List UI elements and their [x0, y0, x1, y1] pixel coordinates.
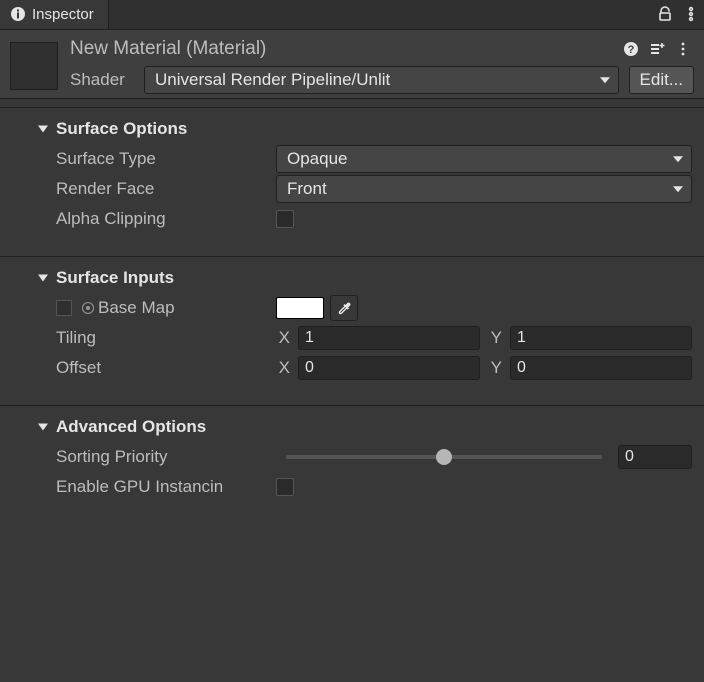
input-tiling-x[interactable]: 1 [298, 326, 480, 350]
texture-picker-icon[interactable] [82, 302, 94, 314]
label-offset: Offset [56, 358, 276, 378]
tab-label: Inspector [32, 6, 94, 23]
label-base-map: Base Map [98, 298, 175, 318]
checkbox-alpha-clipping[interactable] [276, 210, 294, 228]
inspector-tab[interactable]: Inspector [0, 0, 109, 29]
label-gpu-instancing: Enable GPU Instancin [56, 477, 276, 497]
axis-x-label: X [276, 328, 290, 348]
dropdown-surface-type[interactable]: Opaque [276, 145, 692, 173]
shader-value: Universal Render Pipeline/Unlit [155, 70, 390, 90]
panel-toolbar: Inspector [0, 0, 704, 30]
texture-slot-base-map[interactable] [56, 300, 72, 316]
edit-shader-button[interactable]: Edit... [629, 66, 694, 94]
shader-dropdown[interactable]: Universal Render Pipeline/Unlit [144, 66, 619, 94]
inspector-panel: Inspector New Material (Material) ? [0, 0, 704, 682]
input-offset-x[interactable]: 0 [298, 356, 480, 380]
shader-label: Shader [70, 70, 134, 90]
label-surface-type: Surface Type [56, 149, 276, 169]
section-header-surface-inputs[interactable]: Surface Inputs [0, 263, 704, 293]
label-render-face: Render Face [56, 179, 276, 199]
input-tiling-y[interactable]: 1 [510, 326, 692, 350]
axis-y-label: Y [488, 328, 502, 348]
kebab-menu-icon[interactable] [678, 0, 704, 29]
label-alpha-clipping: Alpha Clipping [56, 209, 276, 229]
section-header-advanced-options[interactable]: Advanced Options [0, 412, 704, 442]
help-icon[interactable]: ? [620, 38, 642, 60]
checkbox-gpu-instancing[interactable] [276, 478, 294, 496]
lock-icon[interactable] [652, 0, 678, 29]
color-field-base-map[interactable] [276, 297, 324, 319]
slider-thumb[interactable] [436, 449, 452, 465]
info-icon [10, 6, 26, 22]
material-header: New Material (Material) ? Shader Univers… [0, 30, 704, 99]
material-preview-thumb[interactable] [10, 42, 58, 90]
axis-y-label: Y [488, 358, 502, 378]
section-advanced-options: Advanced Options Sorting Priority 0 Enab… [0, 412, 704, 520]
section-surface-inputs: Surface Inputs Base Map Tiling [0, 263, 704, 401]
label-tiling: Tiling [56, 328, 276, 348]
input-offset-y[interactable]: 0 [510, 356, 692, 380]
material-title: New Material (Material) [70, 38, 616, 60]
eyedropper-button[interactable] [330, 295, 358, 321]
svg-text:?: ? [628, 44, 635, 56]
dropdown-render-face[interactable]: Front [276, 175, 692, 203]
slider-sorting-priority[interactable] [286, 455, 602, 459]
axis-x-label: X [276, 358, 290, 378]
section-surface-options: Surface Options Surface Type Opaque Rend… [0, 114, 704, 252]
presets-icon[interactable] [646, 38, 668, 60]
section-header-surface-options[interactable]: Surface Options [0, 114, 704, 144]
input-sorting-priority[interactable]: 0 [618, 445, 692, 469]
kebab-menu-icon[interactable] [672, 38, 694, 60]
label-sorting-priority: Sorting Priority [56, 447, 276, 467]
